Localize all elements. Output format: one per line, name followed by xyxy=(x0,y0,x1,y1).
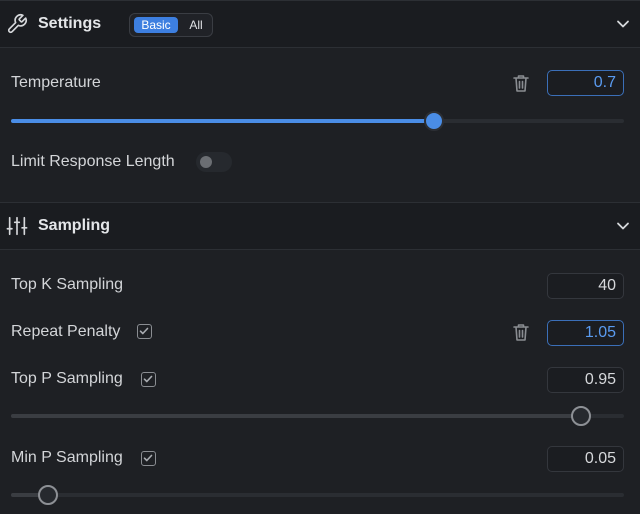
min-p-slider-thumb[interactable] xyxy=(37,485,58,505)
limit-response-length-toggle[interactable] xyxy=(196,152,232,172)
mode-all-button[interactable]: All xyxy=(182,17,210,33)
trash-icon[interactable] xyxy=(512,322,530,342)
temperature-slider[interactable] xyxy=(11,111,624,131)
top-p-slider-thumb[interactable] xyxy=(571,406,592,426)
top-k-label: Top K Sampling xyxy=(11,276,124,293)
top-p-slider[interactable] xyxy=(11,406,624,426)
toggle-knob xyxy=(200,156,212,168)
temperature-input[interactable]: 0.7 xyxy=(547,70,624,96)
limit-response-length-label: Limit Response Length xyxy=(11,153,175,170)
mode-segmented-control: Basic All xyxy=(129,13,213,37)
repeat-penalty-input[interactable]: 1.05 xyxy=(547,320,624,346)
min-p-label: Min P Sampling xyxy=(11,449,123,466)
sampling-section-header[interactable]: Sampling xyxy=(0,202,640,250)
top-p-input[interactable]: 0.95 xyxy=(547,367,624,393)
chevron-down-icon[interactable] xyxy=(616,17,630,31)
sampling-title: Sampling xyxy=(38,217,111,234)
settings-section-header[interactable]: Settings Basic All xyxy=(0,0,640,48)
min-p-input[interactable]: 0.05 xyxy=(547,446,624,472)
wrench-icon xyxy=(7,14,27,34)
repeat-penalty-checkbox[interactable] xyxy=(137,324,152,339)
temperature-label: Temperature xyxy=(11,74,101,91)
top-k-input[interactable]: 40 xyxy=(547,273,624,299)
min-p-checkbox[interactable] xyxy=(141,451,156,466)
mode-basic-button[interactable]: Basic xyxy=(134,17,178,33)
settings-title: Settings xyxy=(38,15,102,32)
checkmark-icon xyxy=(143,375,153,383)
top-p-label: Top P Sampling xyxy=(11,370,123,387)
temperature-slider-thumb[interactable] xyxy=(423,111,444,131)
chevron-down-icon[interactable] xyxy=(616,219,630,233)
temperature-slider-fill xyxy=(11,119,434,123)
repeat-penalty-label: Repeat Penalty xyxy=(11,323,121,340)
checkmark-icon xyxy=(143,454,153,462)
sliders-icon xyxy=(6,216,28,236)
top-p-checkbox[interactable] xyxy=(141,372,156,387)
checkmark-icon xyxy=(139,327,149,335)
top-p-slider-fill xyxy=(11,414,582,418)
trash-icon[interactable] xyxy=(512,73,530,93)
min-p-slider[interactable] xyxy=(11,485,624,505)
